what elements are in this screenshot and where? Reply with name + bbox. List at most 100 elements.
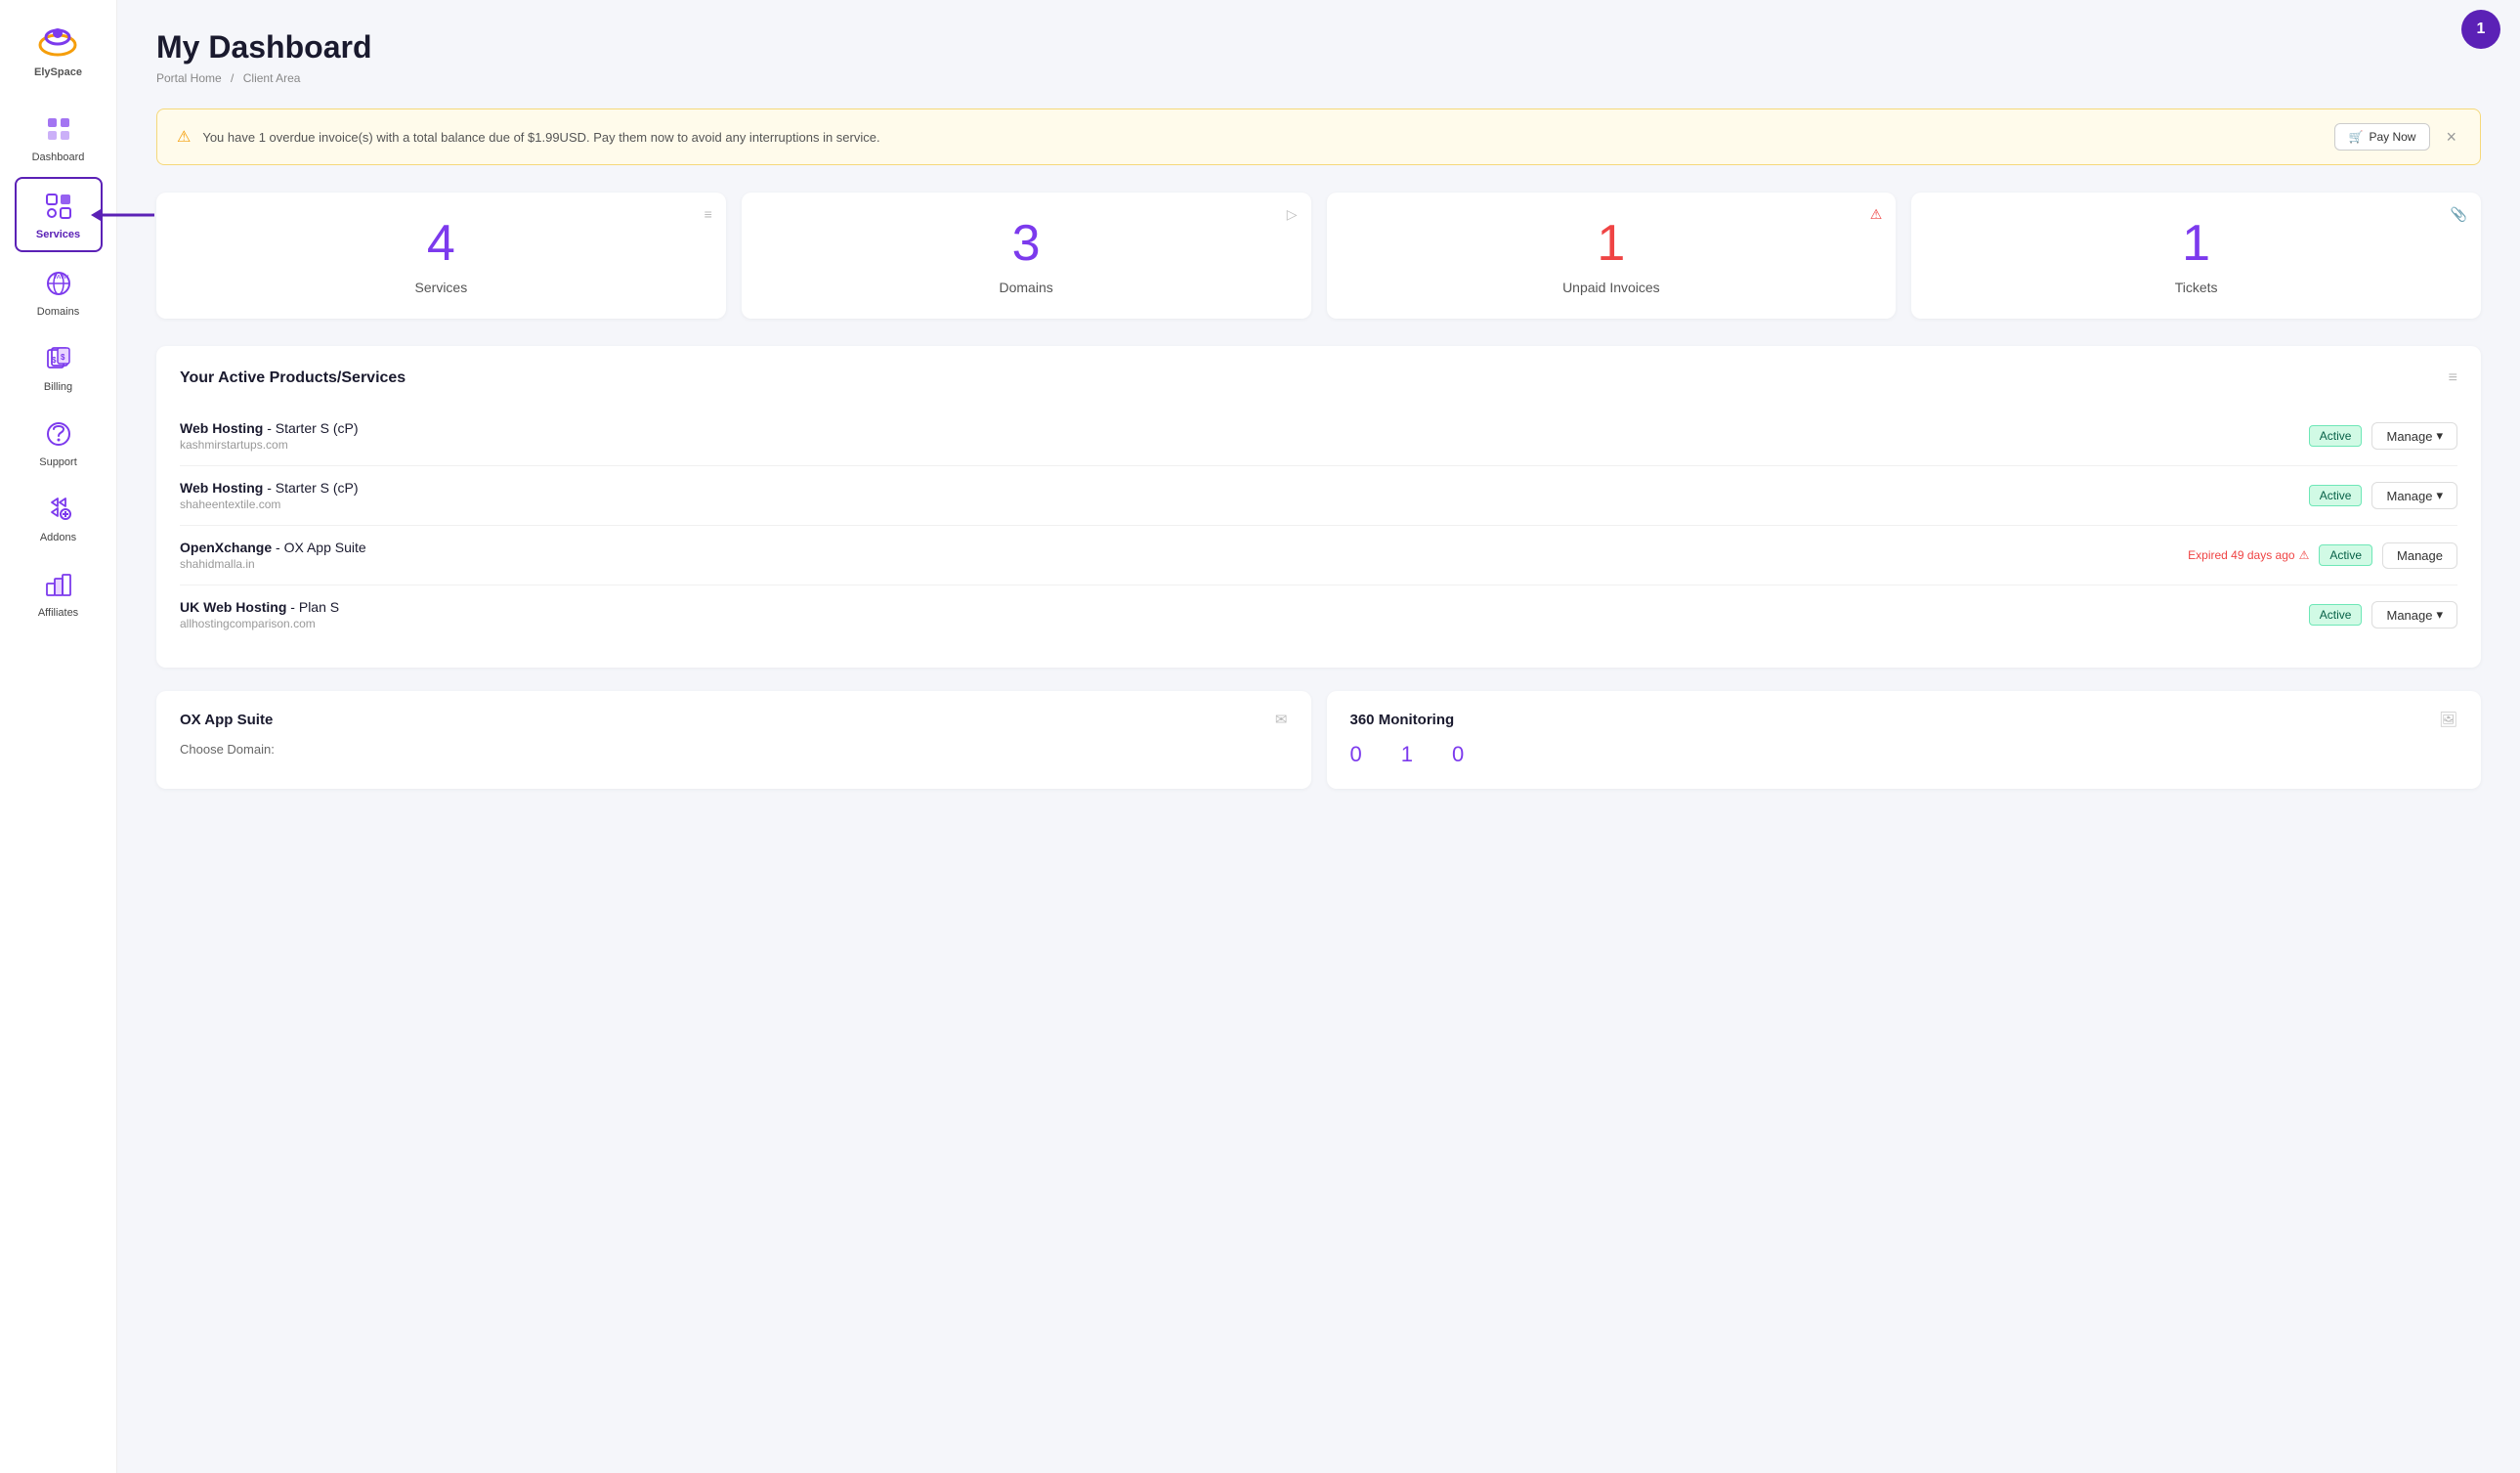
manage-button-4[interactable]: Manage ▾ [2371,601,2457,628]
pay-now-label: Pay Now [2369,130,2415,144]
stat-card-tickets[interactable]: 📎 1 Tickets [1911,193,2481,319]
breadcrumb-home[interactable]: Portal Home [156,71,222,85]
breadcrumb: Portal Home / Client Area [156,71,2481,85]
choose-domain-label: Choose Domain: [180,742,1288,757]
stat-menu-icon-services: ≡ [705,206,712,222]
status-badge-4: Active [2309,604,2363,626]
stat-card-services[interactable]: ≡ 4 Services [156,193,726,319]
products-menu-icon[interactable]: ≡ [2449,369,2457,387]
status-badge-1: Active [2309,425,2363,447]
status-badge-3: Active [2319,544,2372,566]
chevron-down-icon: ▾ [2436,428,2443,444]
bottom-grid: OX App Suite ✉ Choose Domain: 360 Monito… [156,691,2481,789]
sidebar-item-support[interactable]: Support [15,407,103,478]
stat-card-invoices[interactable]: ⚠ 1 Unpaid Invoices [1327,193,1897,319]
product-name-4: UK Web Hosting - Plan S [180,599,2309,615]
products-section-title: Your Active Products/Services [180,369,406,387]
selection-arrow [91,205,159,225]
monitoring-section: 360 Monitoring 🖼 0 1 0 [1327,691,2482,789]
manage-button-2[interactable]: Manage ▾ [2371,482,2457,509]
billing-icon: $ $ [41,341,76,376]
stat-number-invoices: 1 [1597,216,1625,272]
email-icon: ✉ [1275,711,1288,728]
breadcrumb-current: Client Area [243,71,301,85]
sidebar-label-affiliates: Affiliates [38,607,78,619]
monitoring-val-1: 1 [1401,742,1413,767]
image-icon: 🖼 [2439,711,2457,728]
dashboard-icon [41,111,76,147]
sidebar-item-affiliates[interactable]: Affiliates [15,557,103,628]
manage-button-3[interactable]: Manage [2382,542,2457,569]
table-row: Web Hosting - Starter S (cP) shaheentext… [180,466,2457,526]
sidebar-label-dashboard: Dashboard [32,152,85,163]
product-actions-3: Expired 49 days ago ⚠ Active Manage [2188,542,2457,569]
stat-alert-icon-invoices: ⚠ [1870,206,1883,223]
stat-number-tickets: 1 [2182,216,2210,272]
product-name-1: Web Hosting - Starter S (cP) [180,420,2309,436]
monitoring-numbers: 0 1 0 [1350,742,2458,767]
product-actions-2: Active Manage ▾ [2309,482,2457,509]
svg-text:$: $ [61,353,65,362]
user-avatar[interactable]: 1 [2461,10,2500,49]
ox-header: OX App Suite ✉ [180,711,1288,728]
stat-number-services: 4 [427,216,455,272]
table-row: Web Hosting - Starter S (cP) kashmirstar… [180,407,2457,466]
stats-grid: ≡ 4 Services ▷ 3 Domains ⚠ 1 Unpaid Invo… [156,193,2481,319]
product-info-1: Web Hosting - Starter S (cP) kashmirstar… [180,420,2309,452]
sidebar-item-addons[interactable]: Addons [15,482,103,553]
monitoring-num-2: 0 [1452,742,1464,767]
pay-icon: 🛒 [2349,130,2364,144]
stat-label-services: Services [415,280,468,295]
alert-close-button[interactable]: × [2442,127,2460,148]
product-info-2: Web Hosting - Starter S (cP) shaheentext… [180,480,2309,511]
breadcrumb-sep: / [231,71,234,85]
expired-label-3: Expired 49 days ago ⚠ [2188,548,2309,562]
table-row: OpenXchange - OX App Suite shahidmalla.i… [180,526,2457,585]
product-domain-4: allhostingcomparison.com [180,617,2309,630]
domains-icon: www [41,266,76,301]
sidebar-item-billing[interactable]: $ $ Billing [15,331,103,403]
services-icon [41,189,76,224]
main-content: My Dashboard Portal Home / Client Area ⚠… [117,0,2520,1473]
sidebar-label-billing: Billing [44,381,72,393]
status-badge-2: Active [2309,485,2363,506]
product-plan-3: - OX App Suite [276,540,366,555]
monitoring-title: 360 Monitoring [1350,712,1455,728]
stat-label-domains: Domains [1000,280,1053,295]
monitoring-num-0: 0 [1350,742,1362,767]
logo-icon [34,18,81,65]
product-plan-1: - Starter S (cP) [267,420,358,436]
pay-now-button[interactable]: 🛒 Pay Now [2334,123,2431,151]
logo: ElySpace [34,10,82,86]
sidebar-item-services[interactable]: Services [15,177,103,252]
addons-icon [41,492,76,527]
sidebar-item-dashboard[interactable]: Dashboard [15,102,103,173]
product-plan-4: - Plan S [290,599,339,615]
sidebar-item-domains[interactable]: www Domains [15,256,103,327]
ox-app-suite-section: OX App Suite ✉ Choose Domain: [156,691,1311,789]
stat-menu-icon-domains: ▷ [1287,206,1298,223]
alert-warning-icon: ⚠ [177,127,191,147]
manage-button-1[interactable]: Manage ▾ [2371,422,2457,450]
sidebar-label-services: Services [36,229,80,240]
sidebar: ElySpace Dashboard Services [0,0,117,1473]
stat-card-domains[interactable]: ▷ 3 Domains [742,193,1311,319]
page-title: My Dashboard [156,29,2481,65]
product-domain-2: shaheentextile.com [180,498,2309,511]
monitoring-header: 360 Monitoring 🖼 [1350,711,2458,728]
chevron-down-icon: ▾ [2436,607,2443,623]
chevron-down-icon: ▾ [2436,488,2443,503]
monitoring-num-1: 1 [1401,742,1413,767]
product-domain-1: kashmirstartups.com [180,438,2309,452]
sidebar-label-addons: Addons [40,532,76,543]
sidebar-label-domains: Domains [37,306,79,318]
monitoring-val-0: 0 [1350,742,1362,767]
alert-banner: ⚠ You have 1 overdue invoice(s) with a t… [156,108,2481,165]
product-info-4: UK Web Hosting - Plan S allhostingcompar… [180,599,2309,630]
product-name-2: Web Hosting - Starter S (cP) [180,480,2309,496]
sidebar-label-support: Support [39,456,77,468]
support-icon [41,416,76,452]
product-actions-4: Active Manage ▾ [2309,601,2457,628]
product-plan-2: - Starter S (cP) [267,480,358,496]
product-actions-1: Active Manage ▾ [2309,422,2457,450]
